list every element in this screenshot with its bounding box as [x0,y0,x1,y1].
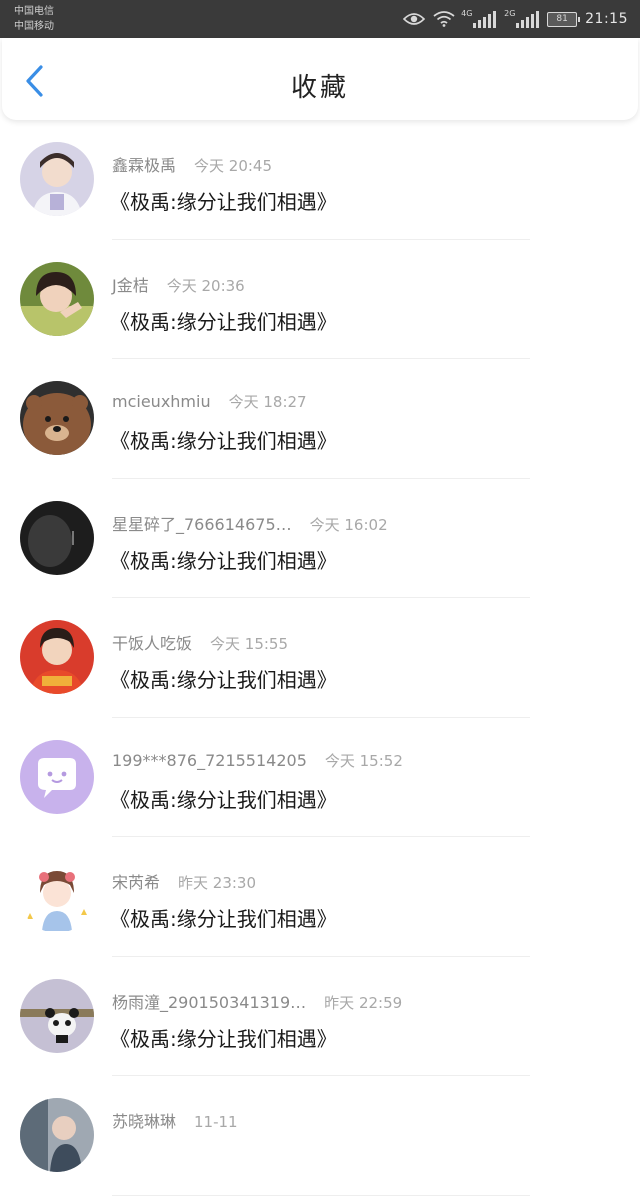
item-meta: 星星碎了_766614675… 今天 16:02 [112,511,388,535]
item-title: 《极禹:缘分让我们相遇》 [110,548,337,573]
user-name: J金桔 [112,275,149,295]
carrier-2: 中国移动 [14,21,54,32]
battery-level: 81 [556,14,568,24]
item-meta: 干饭人吃饭 今天 15:55 [112,630,288,654]
item-meta: 鑫霖极禹 今天 20:45 [112,152,272,176]
user-name: 苏晓琳琳 [112,1112,177,1131]
item-title: 《极禹:缘分让我们相遇》 [110,1026,337,1051]
item-time: 今天 20:45 [194,157,273,175]
item-meta: 杨雨潼_290150341319… 昨天 22:59 [112,989,402,1013]
user-name: 干饭人吃饭 [112,634,193,653]
list-item[interactable]: 宋芮希 昨天 23:30 《极禹:缘分让我们相遇》 [0,837,640,957]
avatar[interactable] [20,261,94,336]
item-meta: 宋芮希 昨天 23:30 [112,869,256,893]
wifi-icon [433,11,455,27]
status-bar: 中国电信 中国移动 4G 2G 81 21:15 [0,0,640,38]
avatar[interactable] [20,381,94,455]
avatar[interactable] [20,620,94,694]
list-item[interactable]: 鑫霖极禹 今天 20:45 《极禹:缘分让我们相遇》 [0,120,640,240]
item-meta: 199***876_7215514205 今天 15:52 [112,750,403,771]
signal-icon-1: 4G [461,9,497,28]
avatar[interactable] [20,500,94,575]
list-item[interactable]: 星星碎了_766614675… 今天 16:02 《极禹:缘分让我们相遇》 [0,479,640,599]
item-title: 《极禹:缘分让我们相遇》 [110,429,337,453]
clock: 21:15 [585,11,628,27]
eye-icon [403,12,426,26]
user-name: 鑫霖极禹 [112,156,177,175]
item-meta: 苏晓琳琳 11-11 [112,1108,238,1132]
item-meta: J金桔 今天 20:36 [112,272,245,296]
list-item[interactable]: mcieuxhmiu 今天 18:27 《极禹:缘分让我们相遇》 [0,359,640,479]
item-title: 《极禹:缘分让我们相遇》 [110,907,337,931]
list-item[interactable]: 199***876_7215514205 今天 15:52 《极禹:缘分让我们相遇… [0,718,640,838]
avatar[interactable] [20,739,94,814]
user-name: 宋芮希 [112,873,161,892]
favorites-list: 鑫霖极禹 今天 20:45 《极禹:缘分让我们相遇》 J金桔 今天 20:36 《极… [0,120,640,1196]
list-item[interactable]: 干饭人吃饭 今天 15:55 《极禹:缘分让我们相遇》 [0,598,640,718]
list-item[interactable]: J金桔 今天 20:36 《极禹:缘分让我们相遇》 [0,240,640,360]
avatar[interactable] [20,859,94,933]
user-name: 杨雨潼_290150341319… [112,992,307,1012]
item-time: 今天 18:27 [228,393,307,411]
user-name: 199***876_7215514205 [112,750,307,770]
carrier-info: 中国电信 中国移动 [14,4,54,34]
item-title: 《极禹:缘分让我们相遇》 [110,309,337,334]
signal-1-tag: 4G [461,9,473,18]
item-title: 《极禹:缘分让我们相遇》 [110,190,337,214]
status-icons: 4G 2G 81 21:15 [403,0,628,38]
avatar[interactable] [20,978,94,1053]
user-name: 星星碎了_766614675… [112,514,292,534]
item-time: 昨天 23:30 [178,874,257,892]
item-time: 今天 15:52 [324,751,403,770]
avatar[interactable] [20,142,94,216]
avatar[interactable] [20,1098,94,1172]
item-title: 《极禹:缘分让我们相遇》 [110,668,337,692]
item-time: 昨天 22:59 [324,993,403,1012]
list-item[interactable]: 杨雨潼_290150341319… 昨天 22:59 《极禹:缘分让我们相遇》 [0,957,640,1077]
signal-2-tag: 2G [504,9,516,18]
item-time: 今天 16:02 [309,515,388,534]
battery-icon: 81 [547,11,581,27]
user-name: mcieuxhmiu [112,392,211,411]
list-item[interactable]: 苏晓琳琳 11-11 [0,1076,640,1196]
item-meta: mcieuxhmiu 今天 18:27 [112,391,307,412]
signal-icon-2: 2G [504,9,540,28]
header: 收藏 [2,38,638,120]
page-title: 收藏 [290,73,349,103]
item-time: 今天 15:55 [210,635,289,653]
item-time: 11-11 [194,1113,238,1131]
carrier-1: 中国电信 [14,6,54,17]
item-title: 《极禹:缘分让我们相遇》 [110,787,337,812]
item-time: 今天 20:36 [166,276,245,295]
